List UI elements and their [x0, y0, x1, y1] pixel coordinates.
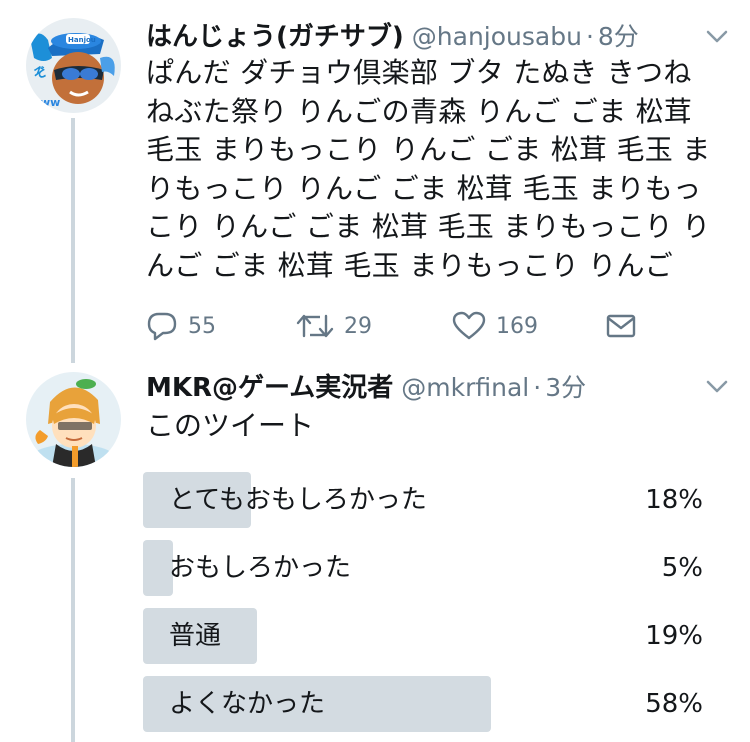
tweet-text: このツイート	[146, 409, 315, 442]
retweet-count: 29	[344, 313, 372, 339]
chevron-down-icon[interactable]	[706, 30, 728, 44]
poll-option-label: よくなかった	[169, 689, 326, 719]
heart-icon	[452, 311, 486, 340]
like-button[interactable]: 169	[452, 308, 538, 344]
poll-option: おもしろかった 5%	[143, 540, 703, 596]
envelope-icon	[606, 314, 636, 338]
separator: ·	[585, 22, 594, 51]
retweet-icon	[296, 314, 334, 338]
like-count: 169	[496, 313, 538, 339]
chevron-down-icon[interactable]	[706, 380, 728, 394]
display-name[interactable]: MKR@ゲーム実況者	[146, 367, 393, 404]
timestamp[interactable]: 8分	[598, 17, 639, 53]
user-handle[interactable]: @hanjousabu	[412, 22, 582, 51]
tweet-header: MKR@ゲーム実況者 @mkrfinal · 3分	[146, 367, 586, 407]
thread-line	[71, 478, 75, 742]
poll-option: よくなかった 58%	[143, 676, 703, 732]
avatar[interactable]	[26, 372, 121, 467]
poll-option-percent: 19%	[645, 621, 703, 651]
reply-button[interactable]: 55	[146, 308, 216, 344]
reply-count: 55	[188, 313, 216, 339]
display-name[interactable]: はんじょう(ガチサブ)	[146, 16, 404, 53]
thread-line	[71, 118, 75, 363]
avatar[interactable]: ぞ Hanjou ww	[26, 18, 121, 113]
retweet-button[interactable]: 29	[296, 308, 372, 344]
timestamp[interactable]: 3分	[545, 368, 586, 404]
svg-text:ww: ww	[40, 96, 60, 109]
separator: ·	[533, 373, 542, 402]
tweet-header: はんじょう(ガチサブ) @hanjousabu · 8分	[146, 16, 639, 56]
reply-icon	[147, 312, 177, 341]
poll-option-percent: 18%	[645, 485, 703, 515]
user-handle[interactable]: @mkrfinal	[401, 373, 529, 402]
poll-option-percent: 58%	[645, 689, 703, 719]
poll-option-label: とてもおもしろかった	[169, 485, 427, 515]
poll-option: 普通 19%	[143, 608, 703, 664]
dm-button[interactable]	[606, 308, 636, 344]
badge-text: Hanjou	[68, 36, 96, 44]
poll-option-label: 普通	[169, 621, 222, 651]
tweet-text: ぱんだ ダチョウ倶楽部 ブタ たぬき きつね ねぶた祭り りんごの青森 りんご …	[146, 56, 711, 282]
poll-option-percent: 5%	[661, 553, 703, 583]
poll-option: とてもおもしろかった 18%	[143, 472, 703, 528]
poll-option-label: おもしろかった	[169, 553, 352, 583]
